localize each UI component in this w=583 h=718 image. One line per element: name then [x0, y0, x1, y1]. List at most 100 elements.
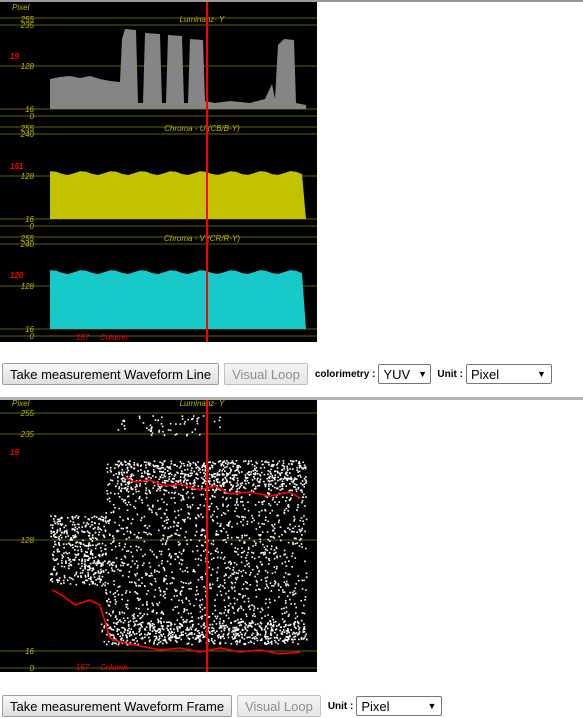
waveform-point: [176, 529, 178, 531]
waveform-point: [135, 491, 138, 493]
waveform-point: [231, 460, 234, 462]
waveform-point: [274, 482, 277, 485]
waveform-point: [121, 423, 123, 425]
waveform-point: [227, 610, 229, 612]
visual-loop-button[interactable]: Visual Loop: [224, 363, 308, 385]
take-measurement-line-button[interactable]: Take measurement Waveform Line: [2, 363, 220, 385]
unit-select[interactable]: Pixel ▼: [356, 696, 443, 716]
waveform-point: [246, 480, 249, 482]
waveform-point: [270, 622, 272, 625]
waveform-point: [234, 463, 236, 465]
waveform-point: [153, 553, 155, 556]
waveform-point: [157, 499, 159, 502]
waveform-point: [82, 581, 84, 584]
waveform-point: [182, 634, 184, 636]
waveform-point: [268, 464, 270, 466]
waveform-point: [61, 559, 63, 562]
waveform-point: [110, 562, 112, 565]
waveform-point: [252, 552, 255, 554]
waveform-point: [224, 466, 226, 469]
waveform-point: [303, 483, 306, 485]
waveform-point: [230, 483, 232, 486]
waveform-point: [269, 504, 272, 507]
waveform-point: [301, 612, 304, 614]
waveform-point: [154, 589, 157, 591]
waveform-point: [131, 473, 133, 475]
waveform-point: [245, 483, 247, 485]
waveform-point: [56, 572, 58, 574]
waveform-point: [99, 555, 101, 558]
waveform-point: [147, 590, 149, 592]
waveform-point: [81, 526, 83, 528]
waveform-point: [82, 522, 85, 524]
waveform-point: [50, 524, 52, 526]
take-measurement-frame-button[interactable]: Take measurement Waveform Frame: [2, 695, 233, 717]
waveform-point: [139, 623, 141, 625]
waveform-point: [224, 470, 226, 472]
waveform-point: [233, 586, 236, 589]
waveform-point: [255, 589, 257, 591]
waveform-point: [104, 517, 107, 520]
waveform-point: [162, 466, 165, 469]
waveform-point: [145, 427, 148, 429]
waveform-point: [95, 579, 97, 581]
waveform-point: [201, 466, 203, 469]
waveform-point: [173, 595, 176, 597]
waveform-point: [259, 534, 262, 536]
waveform-point: [163, 493, 165, 496]
waveform-point: [131, 560, 134, 562]
unit-select[interactable]: Pixel ▼: [465, 364, 552, 384]
waveform-point: [274, 631, 276, 634]
waveform-point: [210, 574, 212, 576]
waveform-point: [77, 515, 80, 518]
waveform-point: [107, 624, 109, 627]
waveform-point: [173, 628, 175, 630]
waveform-point: [118, 507, 121, 510]
waveform-point: [148, 532, 151, 535]
waveform-point: [208, 640, 210, 643]
waveform-point: [292, 543, 294, 545]
waveform-point: [120, 569, 122, 572]
waveform-point: [210, 639, 213, 642]
waveform-point: [110, 511, 112, 514]
waveform-point: [61, 557, 64, 559]
colorimetry-select[interactable]: YUV ▼: [378, 364, 432, 384]
waveform-point: [299, 539, 301, 541]
waveform-point: [105, 589, 107, 591]
waveform-point: [80, 548, 83, 551]
waveform-point: [71, 528, 74, 531]
waveform-point: [247, 463, 249, 465]
waveform-point: [233, 602, 236, 605]
waveform-point: [227, 636, 230, 639]
waveform-point: [288, 631, 290, 634]
waveform-point: [234, 547, 237, 549]
waveform-point: [92, 544, 94, 546]
waveform-point: [182, 462, 185, 465]
visual-loop-button[interactable]: Visual Loop: [237, 695, 321, 717]
waveform-point: [214, 639, 216, 642]
waveform-point: [190, 539, 192, 541]
waveform-point: [145, 487, 148, 489]
waveform-point: [227, 566, 229, 569]
waveform-point: [176, 641, 178, 643]
waveform-point: [237, 536, 240, 539]
waveform-point: [163, 580, 165, 583]
waveform-point: [196, 507, 199, 510]
waveform-point: [180, 580, 183, 583]
waveform-point: [241, 501, 244, 503]
waveform-point: [104, 544, 107, 547]
waveform-point: [93, 560, 96, 562]
waveform-point: [58, 577, 61, 579]
waveform-point: [221, 622, 224, 625]
waveform-point: [138, 628, 141, 630]
waveform-point: [129, 460, 131, 462]
waveform-point: [180, 563, 183, 566]
waveform-point: [152, 626, 155, 629]
waveform-point: [190, 588, 192, 590]
waveform-point: [215, 488, 218, 491]
waveform-point: [174, 510, 176, 513]
waveform-point: [164, 482, 167, 484]
waveform-point: [247, 473, 250, 476]
waveform-point: [296, 620, 299, 623]
waveform-point: [240, 551, 243, 554]
